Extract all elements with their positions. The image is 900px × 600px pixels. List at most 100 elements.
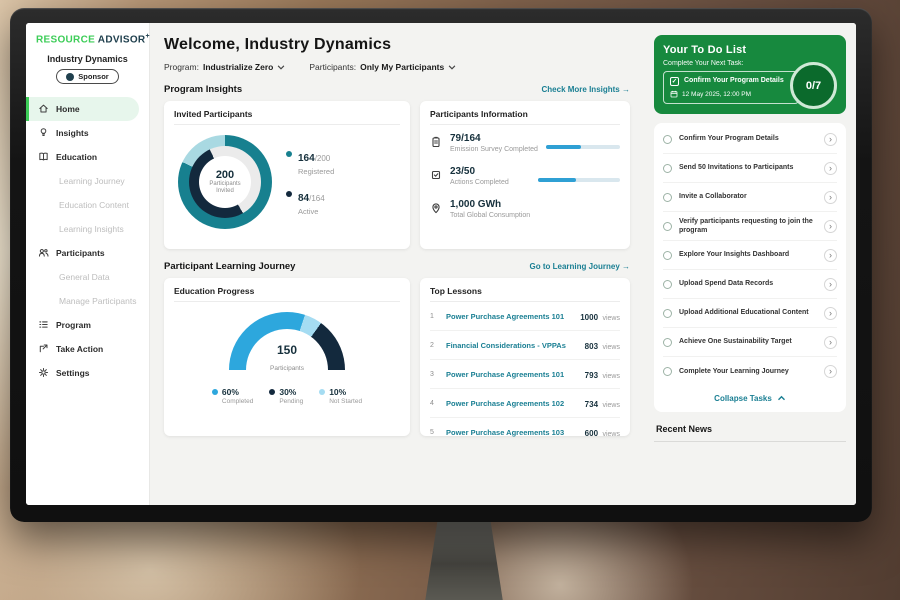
check-more-insights-link[interactable]: Check More Insights →	[542, 85, 630, 94]
donut-legend: 164/200 Registered 84/164 Active	[286, 148, 334, 216]
location-pin-icon	[430, 201, 442, 213]
invited-donut-chart: 200 Participants Invited	[178, 135, 272, 229]
recent-news-header: Recent News	[654, 422, 846, 442]
chevron-right-icon[interactable]: ›	[824, 191, 837, 204]
todo-title: Your To Do List	[663, 44, 837, 56]
lesson-link[interactable]: Power Purchase Agreements 102	[446, 399, 578, 408]
task-checkbox[interactable]	[663, 222, 672, 231]
list-icon	[38, 319, 49, 330]
legend-not-started: 10%Not Started	[319, 387, 362, 405]
gauge-center: 150 Participants	[229, 343, 345, 375]
chevron-down-icon	[448, 62, 456, 72]
participants-dropdown[interactable]: Participants: Only My Participants	[309, 62, 456, 72]
lesson-link[interactable]: Financial Considerations - VPPAs	[446, 341, 578, 350]
calendar-icon	[670, 90, 678, 98]
task-checkbox[interactable]	[663, 135, 672, 144]
sponsor-badge[interactable]: Sponsor	[56, 69, 118, 84]
lesson-row: 1 Power Purchase Agreements 101 1000 vie…	[430, 302, 620, 331]
legend-dot	[286, 151, 292, 157]
sponsor-label: Sponsor	[78, 72, 108, 81]
page-title: Welcome, Industry Dynamics	[164, 36, 630, 54]
program-dropdown[interactable]: Program: Industrialize Zero	[164, 62, 285, 72]
task-row[interactable]: Send 50 Invitations to Participants ›	[663, 154, 837, 183]
arrow-right-icon: →	[622, 262, 630, 271]
task-checkbox[interactable]	[663, 309, 672, 318]
chevron-right-icon[interactable]: ›	[824, 162, 837, 175]
next-task-box[interactable]: ✓ Confirm Your Program Details 12 May 20…	[663, 71, 799, 104]
background-room: RESOURCE ADVISOR+ Industry Dynamics Spon…	[0, 0, 900, 600]
learning-cards-row: Education Progress 150 Participants	[164, 278, 630, 436]
sidebar-item-education[interactable]: Education	[26, 145, 149, 169]
lesson-row: 3 Power Purchase Agreements 101 793 view…	[430, 360, 620, 389]
task-checkbox[interactable]	[663, 367, 672, 376]
sidebar-item-insights[interactable]: Insights	[26, 121, 149, 145]
sidebar-item-manage-participants[interactable]: Manage Participants	[26, 289, 149, 313]
chevron-right-icon[interactable]: ›	[824, 336, 837, 349]
task-checkbox[interactable]	[663, 280, 672, 289]
sidebar-nav: Home Insights Education Learning Journey	[26, 97, 149, 385]
task-checkbox[interactable]	[663, 193, 672, 202]
task-row[interactable]: Explore Your Insights Dashboard ›	[663, 241, 837, 270]
survey-icon	[430, 135, 442, 147]
monitor-stand	[420, 520, 508, 600]
task-checkbox[interactable]	[663, 251, 672, 260]
legend-pending: 30%Pending	[269, 387, 303, 405]
learning-journey-title: Participant Learning Journey	[164, 261, 295, 272]
sidebar-item-general-data[interactable]: General Data	[26, 265, 149, 289]
org-block: Industry Dynamics Sponsor	[26, 54, 149, 86]
logo-advisor: ADVISOR	[98, 34, 146, 45]
task-row[interactable]: Verify participants requesting to join t…	[663, 212, 837, 241]
lesson-row: 2 Financial Considerations - VPPAs 803 v…	[430, 331, 620, 360]
lesson-link[interactable]: Power Purchase Agreements 101	[446, 370, 578, 379]
program-insights-title: Program Insights	[164, 84, 242, 95]
task-row[interactable]: Complete Your Learning Journey ›	[663, 357, 837, 386]
lesson-link[interactable]: Power Purchase Agreements 103	[446, 428, 578, 437]
home-icon	[38, 103, 49, 114]
chevron-right-icon[interactable]: ›	[824, 133, 837, 146]
todo-panel: Your To Do List Complete Your Next Task:…	[644, 23, 856, 505]
main-content: Welcome, Industry Dynamics Program: Indu…	[150, 23, 644, 505]
progress-bar	[546, 145, 620, 149]
task-row[interactable]: Invite a Collaborator ›	[663, 183, 837, 212]
task-row[interactable]: Confirm Your Program Details ›	[663, 125, 837, 154]
sidebar-item-education-content[interactable]: Education Content	[26, 193, 149, 217]
task-checkbox[interactable]	[663, 338, 672, 347]
gear-icon	[38, 367, 49, 378]
chevron-right-icon[interactable]: ›	[824, 307, 837, 320]
task-row[interactable]: Achieve One Sustainability Target ›	[663, 328, 837, 357]
chevron-right-icon[interactable]: ›	[824, 249, 837, 262]
chevron-up-icon	[777, 394, 786, 403]
lesson-row: 5 Power Purchase Agreements 103 600 view…	[430, 418, 620, 446]
chevron-right-icon[interactable]: ›	[824, 365, 837, 378]
gauge-legend: 60%Completed 30%Pending 10%Not Started	[212, 387, 362, 405]
sidebar-item-take-action[interactable]: Take Action	[26, 337, 149, 361]
task-checkbox[interactable]	[663, 164, 672, 173]
task-row[interactable]: Upload Additional Educational Content ›	[663, 299, 837, 328]
people-icon	[38, 247, 49, 258]
legend-registered: 164/200 Registered	[286, 148, 334, 176]
insights-cards-row: Invited Participants 200 Participants In…	[164, 101, 630, 249]
chevron-right-icon[interactable]: ›	[824, 278, 837, 291]
collapse-tasks-link[interactable]: Collapse Tasks	[663, 386, 837, 412]
todo-task-list: Confirm Your Program Details › Send 50 I…	[654, 123, 846, 412]
todo-summary-card: Your To Do List Complete Your Next Task:…	[654, 35, 846, 114]
sidebar-item-program[interactable]: Program	[26, 313, 149, 337]
sidebar-item-learning-journey[interactable]: Learning Journey	[26, 169, 149, 193]
sidebar-item-settings[interactable]: Settings	[26, 361, 149, 385]
org-name: Industry Dynamics	[26, 54, 149, 64]
checkbox-checked-icon[interactable]: ✓	[670, 77, 679, 86]
sidebar-item-learning-insights[interactable]: Learning Insights	[26, 217, 149, 241]
filter-bar: Program: Industrialize Zero Participants…	[164, 62, 630, 72]
sidebar-item-home[interactable]: Home	[26, 97, 139, 121]
sidebar-item-participants[interactable]: Participants	[26, 241, 149, 265]
lightbulb-icon	[38, 127, 49, 138]
stat-actions: 23/50 Actions Completed	[430, 158, 620, 191]
top-lessons-card: Top Lessons 1 Power Purchase Agreements …	[420, 278, 630, 436]
lesson-link[interactable]: Power Purchase Agreements 101	[446, 312, 573, 321]
task-row[interactable]: Upload Spend Data Records ›	[663, 270, 837, 299]
stat-emission-survey: 79/164 Emission Survey Completed	[430, 125, 620, 158]
chevron-right-icon[interactable]: ›	[824, 220, 837, 233]
logo-resource: RESOURCE	[36, 34, 95, 45]
monitor-bezel: RESOURCE ADVISOR+ Industry Dynamics Spon…	[10, 8, 872, 522]
go-to-learning-journey-link[interactable]: Go to Learning Journey →	[530, 262, 630, 271]
